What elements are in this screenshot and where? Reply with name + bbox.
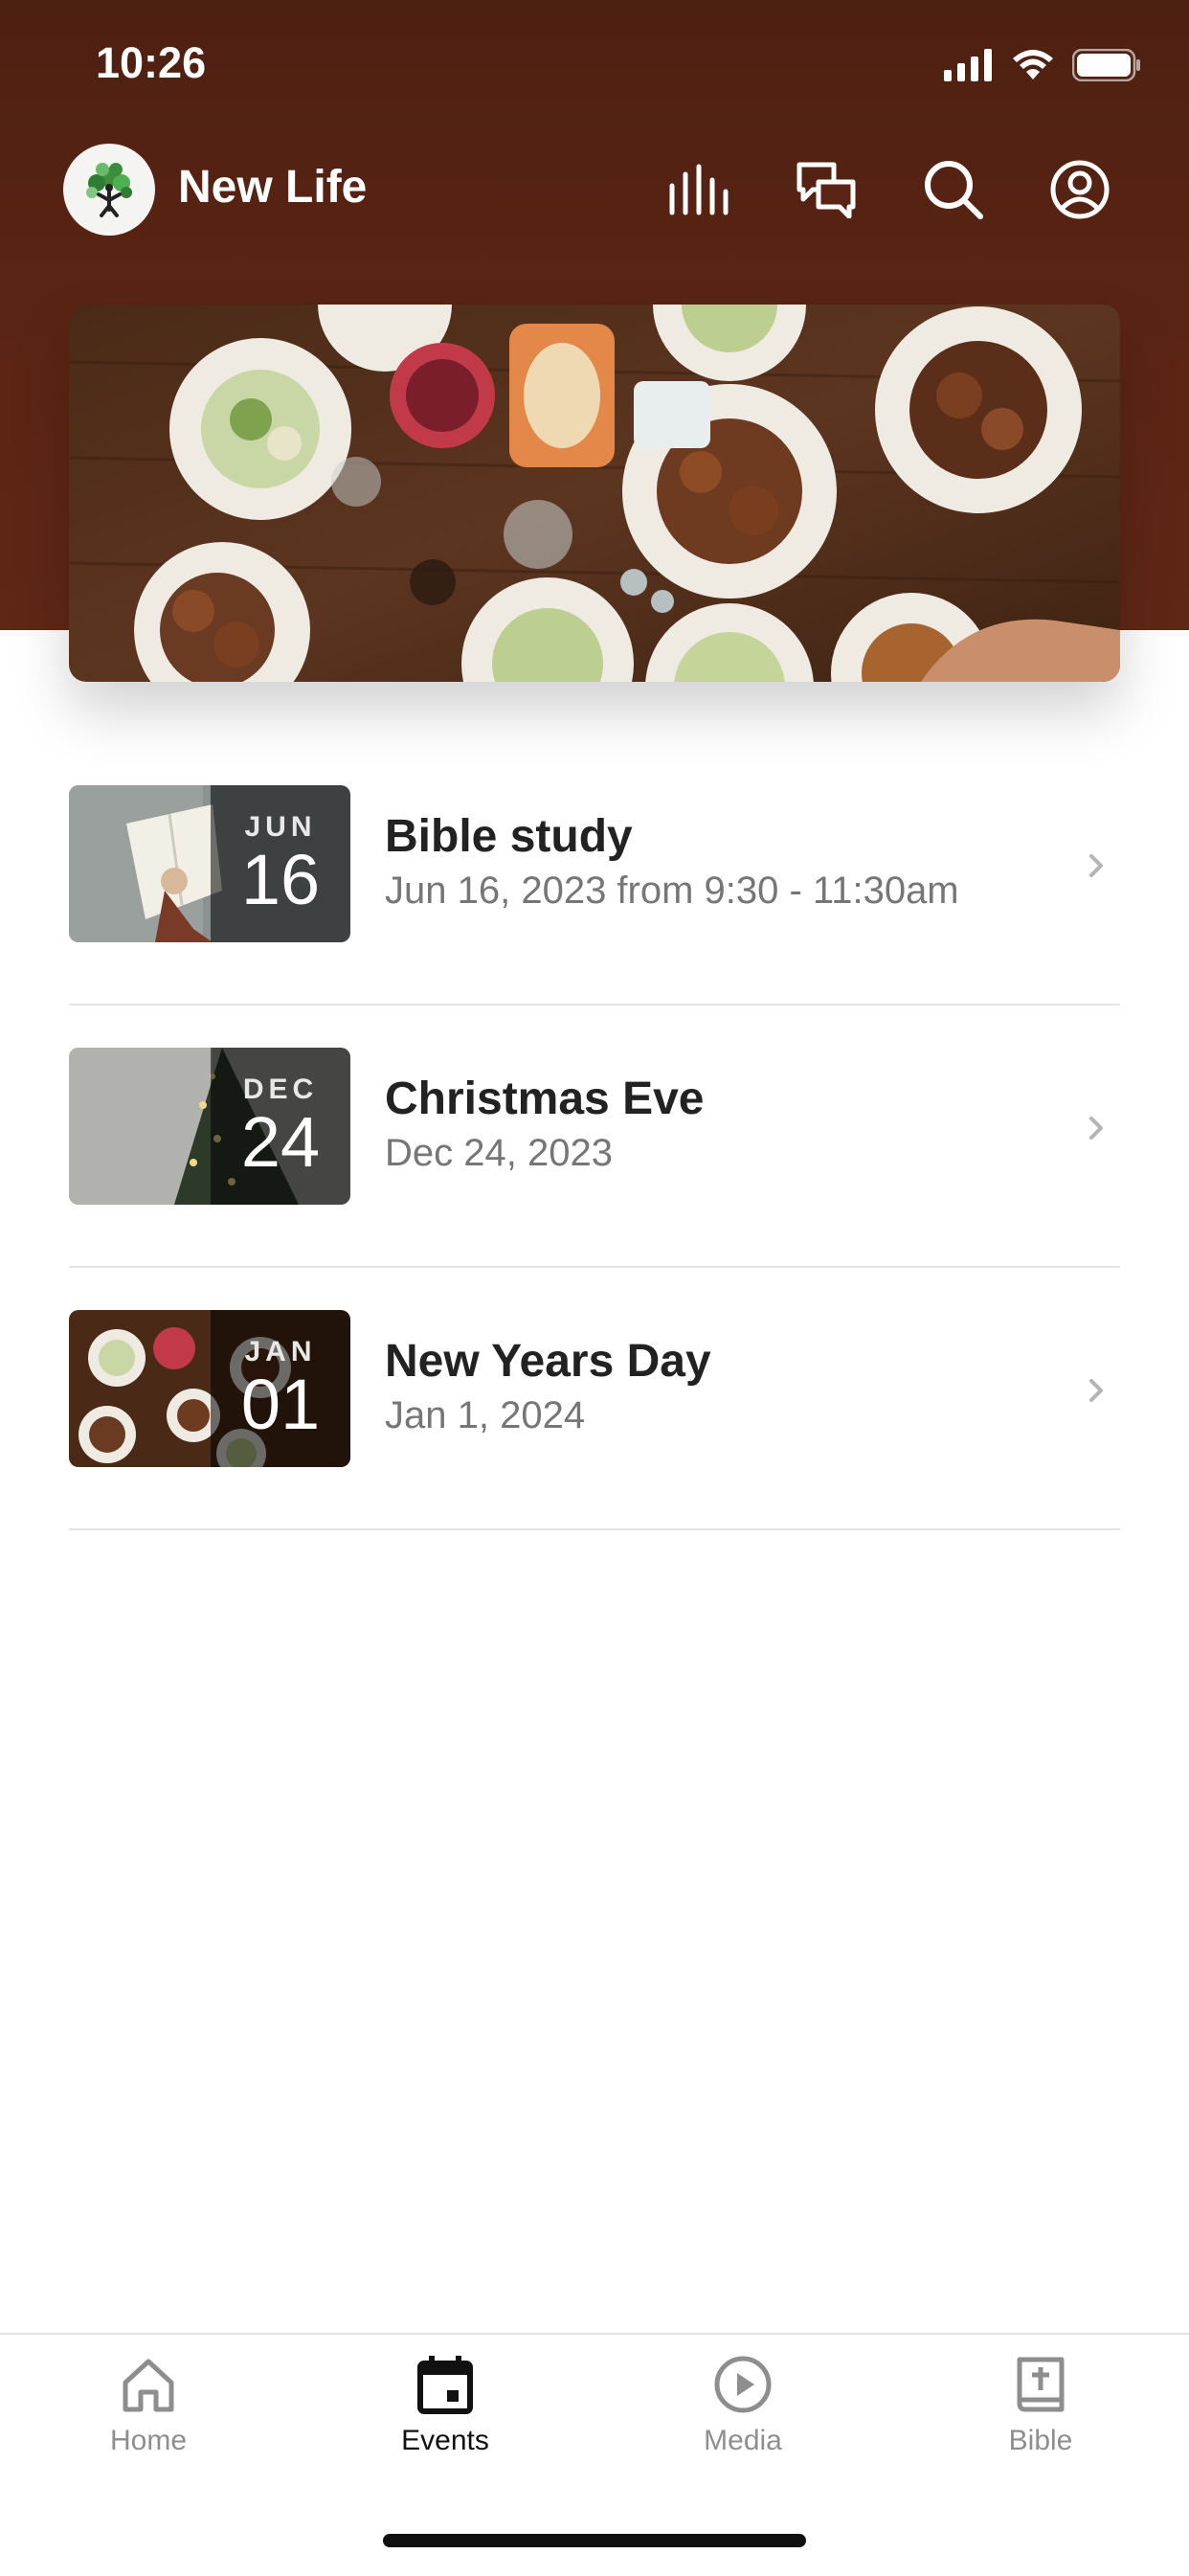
profile-button[interactable] (1045, 155, 1114, 224)
event-row[interactable]: DEC 24 Christmas Eve Dec 24, 2023 (69, 1006, 1120, 1268)
featured-event-banner[interactable] (69, 305, 1120, 682)
event-title: Christmas Eve (385, 1073, 705, 1124)
event-month: JUN (244, 811, 317, 843)
chevron-right-icon (1089, 1379, 1103, 1402)
event-date-text: Jun 16, 2023 from 9:30 - 11:30am (385, 870, 959, 912)
chevron-right-icon (1089, 1117, 1103, 1140)
tab-label: Media (704, 2425, 782, 2456)
chat-bubbles-icon (796, 162, 856, 218)
calendar-icon (417, 2356, 473, 2414)
status-icons (944, 46, 1141, 84)
tab-label: Bible (1008, 2425, 1073, 2456)
home-indicator[interactable] (383, 2534, 806, 2547)
event-date-badge: DEC 24 (211, 1048, 350, 1205)
play-icon (714, 2356, 772, 2413)
status-time: 10:26 (96, 38, 207, 87)
event-month: JAN (244, 1336, 317, 1367)
bible-icon (1017, 2357, 1065, 2412)
tab-bible[interactable]: Bible (945, 2354, 1136, 2497)
event-date-badge: JAN 01 (211, 1310, 350, 1467)
app-title: New Life (178, 162, 368, 213)
tab-home[interactable]: Home (53, 2354, 244, 2497)
events-list: JUN 16 Bible study Jun 16, 2023 from 9:3… (69, 743, 1120, 1530)
account-icon (1050, 160, 1110, 219)
home-icon (123, 2359, 174, 2412)
church-logo[interactable] (63, 144, 155, 236)
equalizer-icon (669, 164, 729, 215)
event-day: 16 (240, 840, 321, 919)
search-button[interactable] (919, 155, 988, 224)
event-day: 01 (240, 1365, 321, 1444)
event-thumbnail: DEC 24 (69, 1048, 350, 1205)
search-icon (925, 161, 983, 219)
tab-label: Events (401, 2425, 489, 2456)
event-month: DEC (242, 1073, 319, 1105)
event-day: 24 (240, 1102, 321, 1182)
event-row[interactable]: JUN 16 Bible study Jun 16, 2023 from 9:3… (69, 743, 1120, 1006)
tree-logo-icon (86, 163, 132, 217)
event-thumbnail: JAN 01 (69, 1310, 350, 1467)
tab-events[interactable]: Events (349, 2354, 541, 2497)
event-date-text: Dec 24, 2023 (385, 1132, 613, 1174)
event-date-text: Jan 1, 2024 (385, 1394, 586, 1436)
wifi-icon (1013, 50, 1053, 79)
event-thumbnail: JUN 16 (69, 785, 350, 942)
messages-button[interactable] (793, 155, 862, 224)
tab-media[interactable]: Media (647, 2354, 839, 2497)
battery-icon (1072, 49, 1140, 81)
signal-icon (944, 49, 992, 81)
chevron-right-icon (1089, 854, 1103, 877)
tab-label: Home (109, 2425, 188, 2456)
dinner-table-image (69, 305, 1120, 682)
event-title: Bible study (385, 811, 633, 862)
top-app-bar: New Life (0, 142, 1189, 237)
audio-bars-button[interactable] (665, 155, 734, 224)
event-date-badge: JUN 16 (211, 785, 350, 942)
event-row[interactable]: JAN 01 New Years Day Jan 1, 2024 (69, 1268, 1120, 1530)
event-title: New Years Day (385, 1336, 711, 1387)
